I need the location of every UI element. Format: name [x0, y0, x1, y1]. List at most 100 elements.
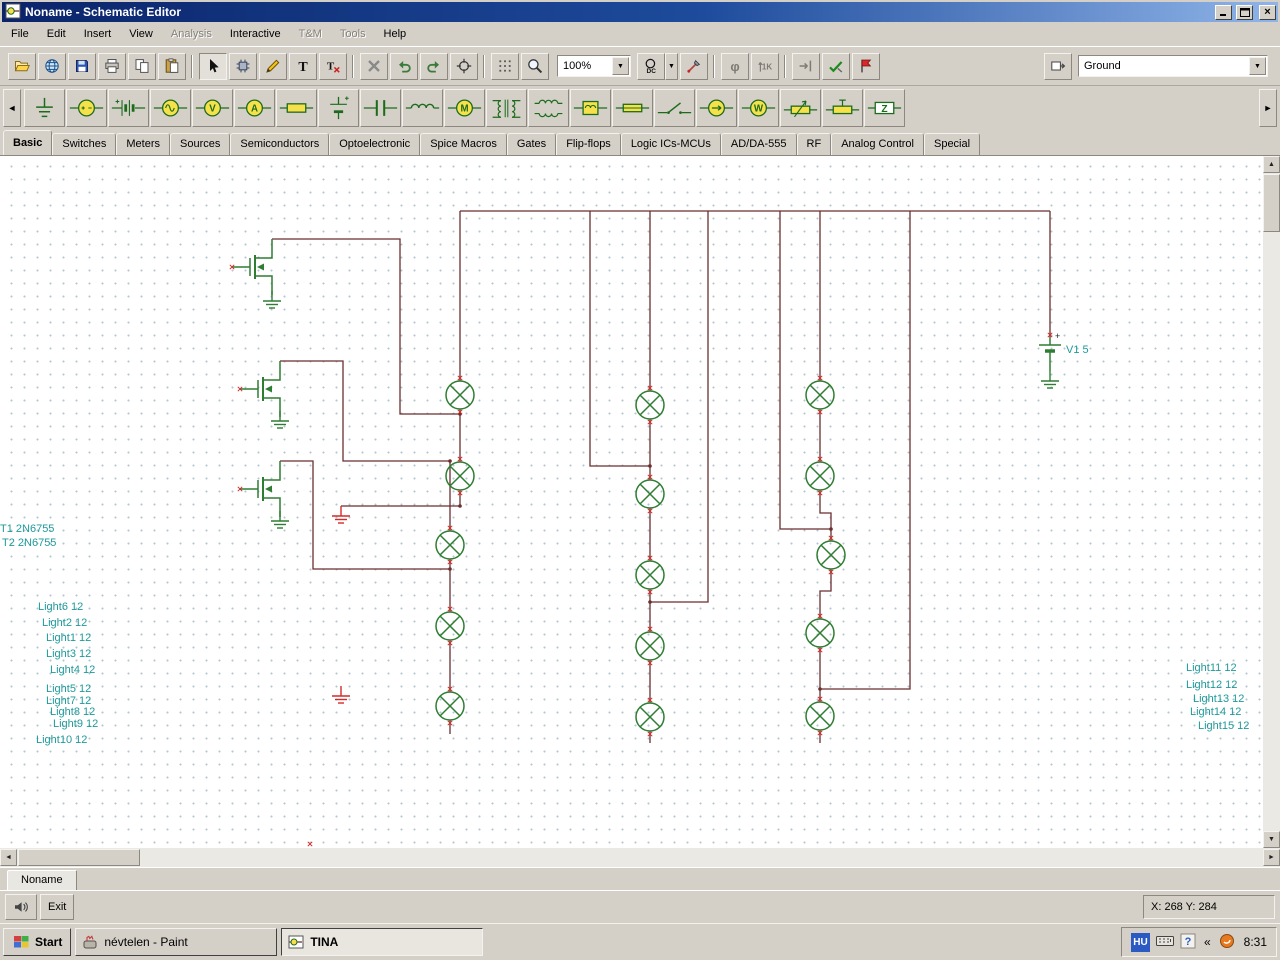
lamp-light1[interactable] — [445, 375, 475, 415]
component-label[interactable]: Light10 12 — [36, 734, 87, 746]
component-label[interactable]: Light15 12 — [1198, 720, 1249, 732]
undo-button[interactable] — [390, 52, 418, 80]
web-button[interactable] — [38, 52, 66, 80]
component-tool-button[interactable] — [229, 52, 257, 80]
tray-app-icon[interactable] — [1219, 933, 1235, 952]
tab-meters[interactable]: Meters — [116, 133, 171, 155]
wire[interactable] — [779, 211, 831, 530]
scroll-left-button[interactable]: ◄ — [0, 849, 17, 866]
component-fuse[interactable] — [612, 88, 653, 127]
select-tool-button[interactable] — [199, 52, 227, 80]
lamp-light7[interactable] — [635, 474, 665, 514]
tab-switches[interactable]: Switches — [52, 133, 117, 155]
component-label[interactable]: Light5 12 — [46, 683, 91, 695]
vertical-scrollbar[interactable]: ▲ ▼ — [1263, 156, 1280, 848]
component-inductor[interactable] — [402, 88, 443, 127]
ground-symbol-red[interactable] — [332, 686, 350, 704]
probe-tool-button[interactable] — [680, 52, 708, 80]
tab-semiconductors[interactable]: Semiconductors — [230, 133, 330, 155]
move-tool-button[interactable] — [450, 52, 478, 80]
lamp-light12[interactable] — [805, 456, 835, 496]
component-label[interactable]: Light14 12 — [1190, 706, 1241, 718]
minimize-button[interactable] — [1215, 4, 1232, 20]
component-label[interactable]: Light12 12 — [1186, 679, 1237, 691]
tab-basic[interactable]: Basic — [3, 130, 53, 155]
mosfet-t1[interactable] — [229, 239, 273, 295]
grid-toggle-button[interactable] — [491, 52, 519, 80]
mosfet-t2[interactable] — [237, 361, 281, 417]
wire[interactable] — [341, 490, 461, 507]
lamp-light14[interactable] — [805, 613, 835, 653]
tab-rf[interactable]: RF — [796, 133, 832, 155]
scroll-right-button[interactable]: ► — [1263, 849, 1280, 866]
help-tray-icon[interactable]: ? — [1180, 933, 1196, 952]
delete-text-button[interactable]: T — [319, 52, 347, 80]
mosfet-t3[interactable] — [237, 461, 281, 517]
tab-special[interactable]: Special — [923, 133, 981, 155]
component-label[interactable]: T2 2N6755 — [2, 537, 56, 549]
ground-symbol[interactable] — [271, 411, 289, 429]
tray-chevron-button[interactable]: « — [1202, 935, 1213, 949]
component-capacitor[interactable] — [360, 88, 401, 127]
menu-interactive[interactable]: Interactive — [221, 24, 290, 44]
component-bar-scroll-left[interactable]: ◄ — [3, 88, 21, 127]
component-wattmeter[interactable]: W — [738, 88, 779, 127]
lamp-light10[interactable] — [635, 697, 665, 737]
component-motor[interactable]: M — [444, 88, 485, 127]
maximize-button[interactable] — [1236, 4, 1253, 20]
tab-sources[interactable]: Sources — [170, 133, 231, 155]
taskbar-task-paint[interactable]: névtelen - Paint — [75, 928, 278, 956]
wire-tool-button[interactable] — [259, 52, 287, 80]
tab-ad-da-555[interactable]: AD/DA-555 — [720, 133, 797, 155]
open-button[interactable] — [8, 52, 36, 80]
battery-v1[interactable]: + — [1039, 331, 1061, 371]
lamp-light3[interactable] — [435, 525, 465, 565]
component-bar-scroll-right[interactable]: ► — [1259, 88, 1277, 127]
wire[interactable] — [820, 211, 911, 690]
lamp-light15[interactable] — [805, 696, 835, 736]
component-transformer[interactable] — [486, 88, 527, 127]
wire[interactable] — [650, 211, 709, 603]
component-label[interactable]: Light3 12 — [46, 648, 91, 660]
component-battery[interactable] — [108, 88, 149, 127]
error-list-button[interactable] — [852, 52, 880, 80]
component-switch[interactable] — [654, 88, 695, 127]
horizontal-scrollbar[interactable]: ◄ ► — [0, 848, 1280, 867]
ground-symbol[interactable] — [1041, 371, 1059, 389]
component-voltmeter[interactable]: V — [192, 88, 233, 127]
component-relay[interactable] — [570, 88, 611, 127]
tab-optoelectronic[interactable]: Optoelectronic — [329, 133, 421, 155]
lamp-light13[interactable] — [816, 535, 846, 575]
component-voltage-source[interactable] — [66, 88, 107, 127]
ground-dropdown-arrow[interactable]: ▼ — [1249, 57, 1266, 75]
component-label[interactable]: Light2 12 — [42, 617, 87, 629]
copy-button[interactable] — [128, 52, 156, 80]
menu-edit[interactable]: Edit — [38, 24, 75, 44]
keyboard-layout-indicator[interactable]: HU — [1130, 932, 1150, 952]
zoom-select[interactable]: 100% ▼ — [557, 55, 631, 77]
dc-analysis-button[interactable]: DC — [637, 52, 665, 80]
component-impedance[interactable]: Z — [864, 88, 905, 127]
wire[interactable] — [589, 211, 650, 467]
taskbar-task-tina[interactable]: TINA — [281, 928, 484, 956]
horizontal-scroll-thumb[interactable] — [18, 849, 140, 866]
paste-button[interactable] — [158, 52, 186, 80]
tab-flip-flops[interactable]: Flip-flops — [556, 133, 621, 155]
menu-file[interactable]: File — [2, 24, 38, 44]
zoom-dropdown-arrow[interactable]: ▼ — [612, 57, 629, 75]
component-label[interactable]: Light9 12 — [53, 718, 98, 730]
wire[interactable] — [272, 238, 460, 415]
tab-logic-ics-mcus[interactable]: Logic ICs-MCUs — [620, 133, 721, 155]
lamp-light6[interactable] — [635, 385, 665, 425]
ground-symbol[interactable] — [271, 511, 289, 529]
document-tab-noname[interactable]: Noname — [7, 870, 77, 890]
lamp-light4[interactable] — [435, 606, 465, 646]
component-label[interactable]: V1 5 — [1066, 344, 1089, 356]
component-potentiometer[interactable] — [780, 88, 821, 127]
lamp-light8[interactable] — [635, 555, 665, 595]
vertical-scroll-thumb[interactable] — [1263, 174, 1280, 232]
component-trimmer[interactable] — [822, 88, 863, 127]
ground-select[interactable]: Ground ▼ — [1078, 55, 1268, 77]
component-label[interactable]: Light6 12 — [38, 601, 83, 613]
tab-gates[interactable]: Gates — [506, 133, 557, 155]
